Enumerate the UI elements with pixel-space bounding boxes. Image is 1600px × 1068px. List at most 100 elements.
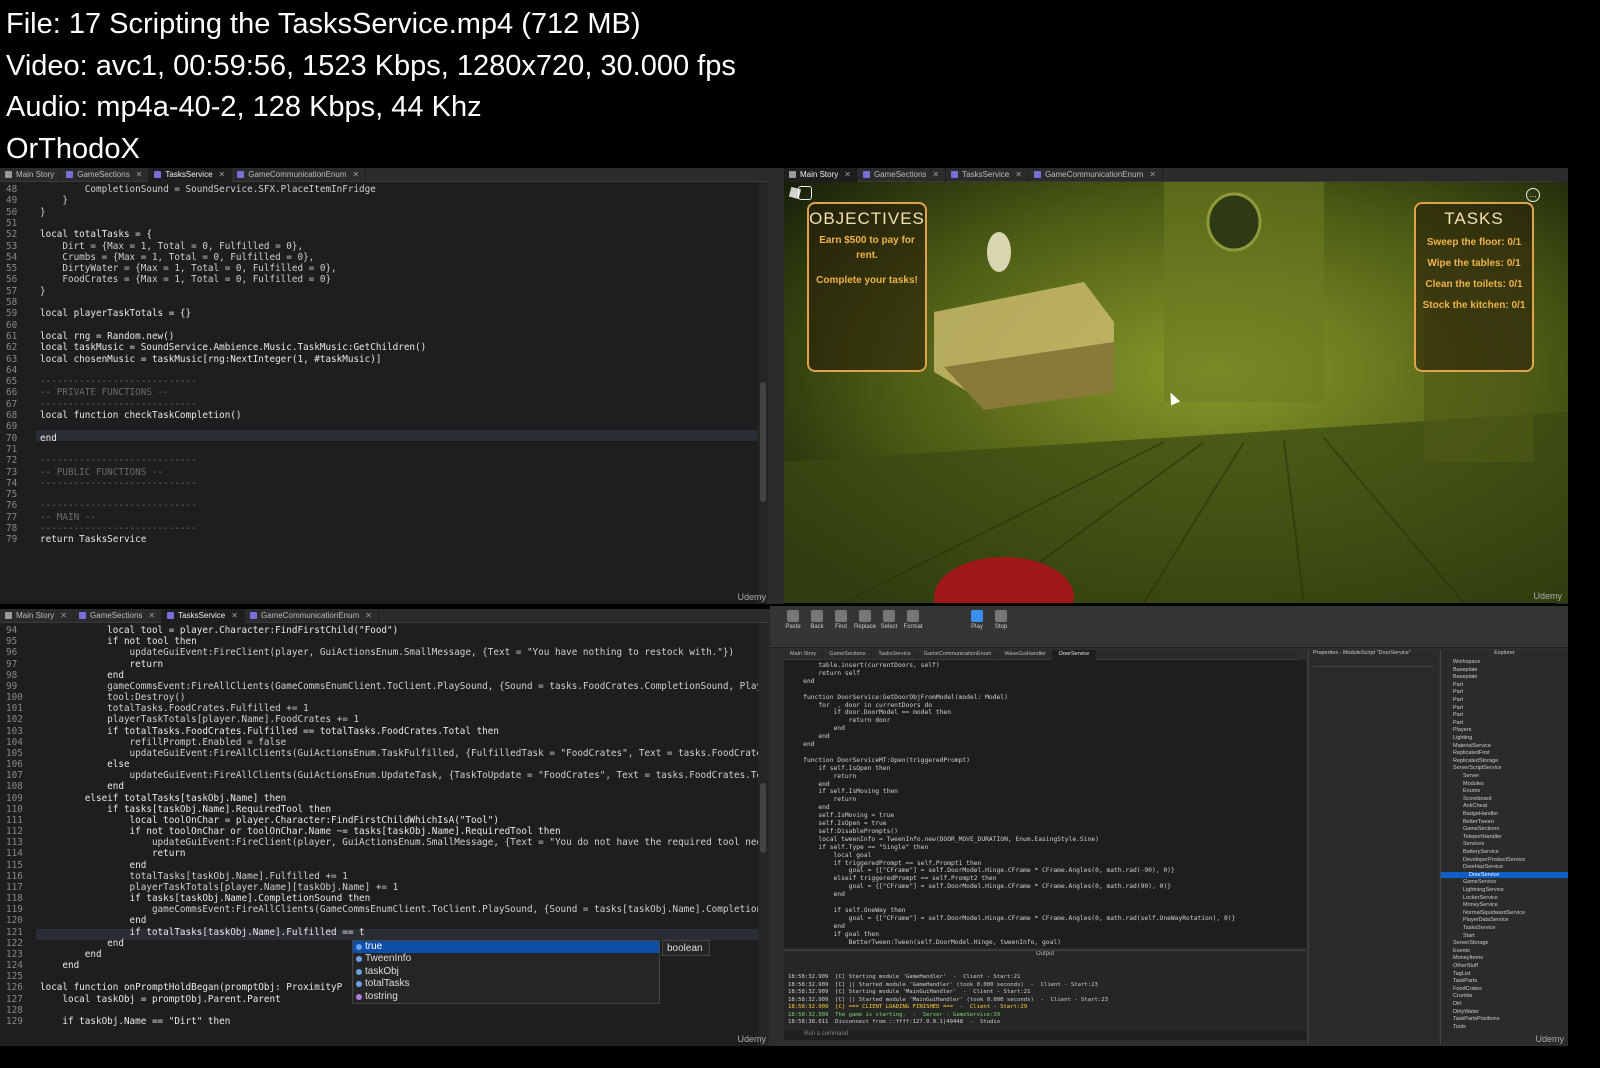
- code-line[interactable]: elseif totalTasks[taskObj.Name] then: [40, 793, 287, 804]
- code-line[interactable]: updateGuiEvent:FireClient(player, GuiAct…: [40, 837, 768, 848]
- code-line[interactable]: ----------------------------: [40, 478, 197, 489]
- code-line[interactable]: Crumbs = {Max = 1, Total = 0, Fulfilled …: [40, 252, 314, 263]
- explorer-item[interactable]: MaterialService: [1453, 743, 1491, 749]
- code-line[interactable]: ----------------------------: [40, 455, 197, 466]
- code-line[interactable]: playerTaskTotals[player.Name][taskObj.Na…: [40, 882, 399, 893]
- code-line[interactable]: CompletionSound = SoundService.SFX.Place…: [40, 184, 376, 195]
- code-line[interactable]: gameCommsEvent:FireAllClients(GameCommsE…: [40, 681, 767, 692]
- code-line[interactable]: local chosenMusic = taskMusic[rng:NextIn…: [40, 354, 381, 365]
- close-icon[interactable]: ✕: [365, 611, 372, 620]
- autocomplete-item[interactable]: TweenInfo: [353, 953, 659, 965]
- explorer-item[interactable]: Modules: [1463, 781, 1484, 787]
- code-line[interactable]: end: [40, 949, 102, 960]
- code-line[interactable]: end: [40, 781, 124, 792]
- tab-tasks-service[interactable]: TasksService ✕: [149, 168, 233, 182]
- tab-game-communication-enum[interactable]: GameCommunicationEnum ✕: [245, 609, 379, 623]
- studio-tab[interactable]: Main Story: [784, 650, 824, 660]
- code-line[interactable]: end: [40, 938, 124, 949]
- ribbon-button[interactable]: Back: [806, 610, 828, 630]
- code-line[interactable]: totalTasks[taskObj.Name].Fulfilled += 1: [40, 871, 348, 882]
- close-icon[interactable]: ✕: [353, 170, 360, 179]
- explorer-item[interactable]: TaskParts: [1453, 978, 1477, 984]
- code-line[interactable]: updateGuiEvent:FireAllClients(GuiActions…: [40, 770, 768, 781]
- explorer-item[interactable]: Start: [1463, 933, 1475, 939]
- autocomplete-item[interactable]: true: [353, 941, 659, 954]
- code-line[interactable]: -- PRIVATE FUNCTIONS --: [40, 387, 169, 398]
- studio-window[interactable]: Paste Back Find Replace Select Format Play Stop…: [770, 606, 1568, 1046]
- explorer-item[interactable]: Server: [1463, 773, 1479, 779]
- close-icon[interactable]: ✕: [148, 611, 155, 620]
- explorer-item[interactable]: Enums: [1463, 788, 1480, 794]
- more-options-icon[interactable]: …: [1526, 188, 1540, 202]
- close-icon[interactable]: ✕: [60, 611, 67, 620]
- explorer-item[interactable]: DeveloperProductService: [1463, 857, 1525, 863]
- code-line[interactable]: if not toolOnChar or toolOnChar.Name ~= …: [40, 826, 561, 837]
- code-line[interactable]: return: [40, 848, 186, 859]
- code-line[interactable]: ----------------------------: [40, 399, 197, 410]
- code-line[interactable]: end: [40, 670, 124, 681]
- tab-main-story[interactable]: Main Story: [0, 168, 62, 182]
- explorer-item[interactable]: Part: [1453, 705, 1463, 711]
- ribbon-button[interactable]: Find: [830, 610, 852, 630]
- code-line[interactable]: totalTasks.FoodCrates.Fulfilled += 1: [40, 703, 309, 714]
- autocomplete-item[interactable]: tostring: [353, 991, 659, 1003]
- explorer-item[interactable]: Tools: [1453, 1024, 1466, 1030]
- explorer-item[interactable]: ServerScriptService: [1453, 765, 1502, 771]
- explorer-item[interactable]: Part: [1453, 720, 1463, 726]
- studio-tab[interactable]: GameSections: [823, 650, 873, 660]
- explorer-item[interactable]: BadgeHandler: [1463, 811, 1498, 817]
- game-viewport[interactable]: … OBJECTIVES Earn $500 to pay for rent. …: [784, 182, 1568, 603]
- studio-code-editor[interactable]: table.insert(currentDoors, self) return …: [784, 660, 1306, 948]
- explorer-item[interactable]: TeleportHandler: [1463, 834, 1502, 840]
- ribbon-button[interactable]: Stop: [990, 610, 1012, 630]
- code-line[interactable]: Dirt = {Max = 1, Total = 0, Fulfilled = …: [40, 241, 303, 252]
- explorer-item[interactable]: ReplicatedStorage: [1453, 758, 1498, 764]
- explorer-item[interactable]: Dirt: [1453, 1001, 1462, 1007]
- tab-game-communication-enum[interactable]: GameCommunicationEnum ✕: [1029, 168, 1163, 182]
- explorer-item[interactable]: ReplicatedFirst: [1453, 750, 1490, 756]
- close-icon[interactable]: ✕: [136, 170, 143, 179]
- code-area[interactable]: 48 CompletionSound = SoundService.SFX.Pl…: [0, 182, 758, 604]
- explorer-item[interactable]: FoodCrates: [1453, 986, 1482, 992]
- tab-main-story[interactable]: Main Story ✕: [0, 609, 74, 623]
- explorer-item[interactable]: LightningService: [1463, 887, 1504, 893]
- code-line[interactable]: end: [40, 915, 147, 926]
- code-line[interactable]: if totalTasks[taskObj.Name].Fulfilled ==…: [40, 927, 365, 938]
- code-line[interactable]: else: [40, 759, 129, 770]
- code-line[interactable]: local function checkTaskCompletion(): [40, 410, 242, 421]
- explorer-item[interactable]: TaskPartsPositions: [1453, 1016, 1499, 1022]
- explorer-item[interactable]: BetterTween: [1463, 819, 1494, 825]
- explorer-item[interactable]: NormalSquidwardService: [1463, 910, 1525, 916]
- scrollbar[interactable]: [758, 182, 768, 604]
- tab-game-communication-enum[interactable]: GameCommunicationEnum ✕: [232, 168, 367, 182]
- code-line[interactable]: FoodCrates = {Max = 1, Total = 0, Fulfil…: [40, 274, 331, 285]
- code-line[interactable]: refillPrompt.Enabled = false: [40, 737, 287, 748]
- studio-tab[interactable]: WaveGuiHandler: [998, 650, 1054, 660]
- ribbon-button[interactable]: Paste: [782, 610, 804, 630]
- tab-main-story[interactable]: Main Story ✕: [784, 168, 858, 182]
- studio-tab[interactable]: TasksService: [872, 650, 918, 660]
- explorer-item[interactable]: TagList: [1453, 971, 1470, 977]
- explorer-item[interactable]: Baseplate: [1453, 667, 1477, 673]
- explorer-item[interactable]: Part: [1453, 712, 1463, 718]
- code-line[interactable]: ----------------------------: [40, 500, 197, 511]
- code-line[interactable]: return: [40, 659, 164, 670]
- code-line[interactable]: playerTaskTotals[player.Name].FoodCrates…: [40, 714, 359, 725]
- explorer-item[interactable]: DoorService: [1441, 871, 1568, 878]
- explorer-item[interactable]: DirtyWater: [1453, 1009, 1479, 1015]
- autocomplete-item[interactable]: totalTasks: [353, 978, 659, 990]
- code-line[interactable]: }: [40, 207, 46, 218]
- explorer-item[interactable]: AntiCheat: [1463, 803, 1487, 809]
- explorer-item[interactable]: Baseplate: [1453, 674, 1477, 680]
- close-icon[interactable]: ✕: [932, 170, 939, 179]
- tab-game-sections[interactable]: GameSections ✕: [61, 168, 150, 182]
- top-code-editor[interactable]: Main Story GameSections ✕ TasksService ✕ G…: [0, 168, 768, 604]
- explorer-item[interactable]: Players: [1453, 727, 1471, 733]
- explorer-item[interactable]: Crumbs: [1453, 993, 1472, 999]
- explorer-item[interactable]: PlayerDataService: [1463, 917, 1509, 923]
- studio-tab[interactable]: DoorService: [1053, 650, 1097, 660]
- tab-game-sections[interactable]: GameSections ✕: [74, 609, 163, 623]
- explorer-item[interactable]: DoorHazService: [1463, 864, 1503, 870]
- explorer-item[interactable]: Services: [1463, 841, 1484, 847]
- code-line[interactable]: local taskObj = promptObj.Parent.Parent: [40, 994, 280, 1005]
